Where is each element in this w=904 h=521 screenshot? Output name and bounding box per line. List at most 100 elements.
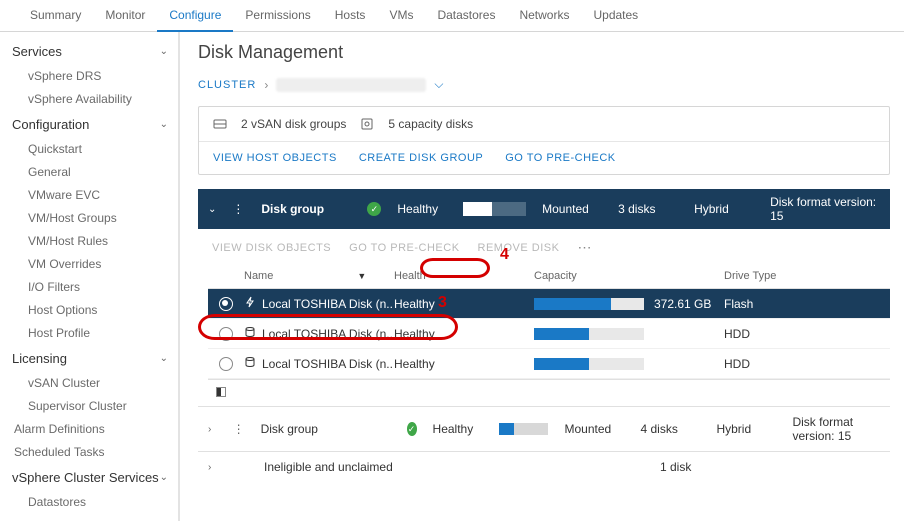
tab-networks[interactable]: Networks xyxy=(507,0,581,32)
disk-health: Healthy xyxy=(394,297,534,311)
capacity-bar xyxy=(534,358,644,370)
hybrid-text: Hybrid xyxy=(694,202,754,216)
remove-disk-action[interactable]: REMOVE DISK xyxy=(478,242,560,254)
chevron-down-icon[interactable]: ⌵ xyxy=(434,77,443,92)
column-picker-icon[interactable] xyxy=(216,387,226,397)
section-services[interactable]: Services⌄ xyxy=(0,38,178,65)
disk-name: Local TOSHIBA Disk (n... xyxy=(262,357,394,371)
content: Disk Management CLUSTER › ⌵ 2 vSAN disk … xyxy=(180,32,904,521)
chevron-down-icon: ⌄ xyxy=(160,472,168,483)
sidebar-item-scheduled-tasks[interactable]: Scheduled Tasks xyxy=(0,441,178,464)
expand-icon[interactable]: › xyxy=(208,462,220,473)
sidebar-item-i-o-filters[interactable]: I/O Filters xyxy=(0,276,178,299)
disk-health: Healthy xyxy=(394,327,534,341)
page-title: Disk Management xyxy=(198,42,890,63)
table-row[interactable]: Local TOSHIBA Disk (n...Healthy372.61 GB… xyxy=(208,289,890,319)
radio-select[interactable] xyxy=(219,297,233,311)
disk-group-label: Disk group xyxy=(261,202,351,216)
radio-select[interactable] xyxy=(219,357,233,371)
disk-groups-count: 2 vSAN disk groups xyxy=(241,117,346,131)
expand-icon[interactable]: › xyxy=(208,424,217,435)
sidebar-item-vmware-evc[interactable]: VMware EVC xyxy=(0,184,178,207)
sidebar: Services⌄vSphere DRSvSphere Availability… xyxy=(0,32,180,521)
tab-datastores[interactable]: Datastores xyxy=(425,0,507,32)
drive-type: HDD xyxy=(724,327,882,341)
breadcrumb-root[interactable]: CLUSTER xyxy=(198,79,256,91)
format-text: Disk format version: 15 xyxy=(792,415,880,443)
col-health[interactable]: Health xyxy=(394,270,534,282)
table-row[interactable]: Local TOSHIBA Disk (n...HealthyHDD xyxy=(208,319,890,349)
disk-table: Name▼ Health Capacity Drive Type Local T… xyxy=(198,264,890,406)
sidebar-item-vsan-cluster[interactable]: vSAN Cluster xyxy=(0,372,178,395)
check-circle-icon: ✓ xyxy=(367,202,381,216)
sidebar-item-host-options[interactable]: Host Options xyxy=(0,299,178,322)
sidebar-item-quickstart[interactable]: Quickstart xyxy=(0,138,178,161)
top-tabs: SummaryMonitorConfigurePermissionsHostsV… xyxy=(0,0,904,32)
table-header: Name▼ Health Capacity Drive Type xyxy=(208,264,890,289)
summary-actions: VIEW HOST OBJECTS CREATE DISK GROUP GO TO … xyxy=(199,142,889,174)
tab-updates[interactable]: Updates xyxy=(581,0,650,32)
create-disk-group-link[interactable]: CREATE DISK GROUP xyxy=(359,152,483,164)
capacity-bar xyxy=(534,328,644,340)
more-icon[interactable]: ⋯ xyxy=(577,239,592,256)
chevron-down-icon: ⌄ xyxy=(160,119,168,130)
disk-group-summary-row[interactable]: ›⋮Disk group✓HealthyMounted4 disksHybrid… xyxy=(198,406,890,451)
go-to-pre-check-link[interactable]: GO TO PRE-CHECK xyxy=(505,152,615,164)
sidebar-item-general[interactable]: General xyxy=(0,161,178,184)
capacity-bar xyxy=(499,423,549,435)
format-text: Disk format version: 15 xyxy=(770,195,880,223)
breadcrumb-current-redacted xyxy=(276,78,426,92)
sidebar-item-vm-host-groups[interactable]: VM/Host Groups xyxy=(0,207,178,230)
sort-icon: ▼ xyxy=(357,271,366,281)
sidebar-item-alarm-definitions[interactable]: Alarm Definitions xyxy=(0,418,178,441)
sidebar-item-vm-overrides[interactable]: VM Overrides xyxy=(0,253,178,276)
disk-group-summary-row[interactable]: ›Ineligible and unclaimed1 disk xyxy=(198,451,890,482)
sidebar-item-supervisor-cluster[interactable]: Supervisor Cluster xyxy=(0,395,178,418)
col-capacity[interactable]: Capacity xyxy=(534,270,724,282)
check-circle-icon: ✓ xyxy=(407,422,417,436)
capacity-disk-icon xyxy=(360,117,374,131)
sidebar-item-vsphere-availability[interactable]: vSphere Availability xyxy=(0,88,178,111)
disk-group-icon xyxy=(213,117,227,131)
tab-vms[interactable]: VMs xyxy=(377,0,425,32)
col-drive-type[interactable]: Drive Type xyxy=(724,270,882,282)
section-configuration[interactable]: Configuration⌄ xyxy=(0,111,178,138)
section-vsphere-cluster-services[interactable]: vSphere Cluster Services⌄ xyxy=(0,464,178,491)
disk-name: Local TOSHIBA Disk (n... xyxy=(262,297,394,311)
main-layout: Services⌄vSphere DRSvSphere Availability… xyxy=(0,32,904,521)
flash-icon xyxy=(244,296,256,311)
disk-group-actions: VIEW DISK OBJECTS GO TO PRE-CHECK REMOVE D… xyxy=(198,229,890,264)
more-actions-icon[interactable]: ⋮ xyxy=(232,202,245,216)
tab-summary[interactable]: Summary xyxy=(18,0,93,32)
collapse-icon[interactable]: ⌄ xyxy=(208,204,216,215)
view-disk-objects-action[interactable]: VIEW DISK OBJECTS xyxy=(212,242,331,254)
health-text: Healthy xyxy=(433,422,483,436)
radio-select[interactable] xyxy=(219,327,233,341)
mounted-text: Mounted xyxy=(564,422,624,436)
col-name[interactable]: Name▼ xyxy=(244,270,394,282)
view-host-objects-link[interactable]: VIEW HOST OBJECTS xyxy=(213,152,337,164)
drive-type: HDD xyxy=(724,357,882,371)
tab-permissions[interactable]: Permissions xyxy=(233,0,322,32)
hdd-icon xyxy=(244,326,256,341)
breadcrumb: CLUSTER › ⌵ xyxy=(198,77,890,92)
drive-type: Flash xyxy=(724,297,882,311)
section-licensing[interactable]: Licensing⌄ xyxy=(0,345,178,372)
disks-count: 4 disks xyxy=(640,422,700,436)
go-to-pre-check-action[interactable]: GO TO PRE-CHECK xyxy=(349,242,459,254)
sidebar-item-vsphere-drs[interactable]: vSphere DRS xyxy=(0,65,178,88)
section-vsan[interactable]: vSAN⌄ xyxy=(0,514,178,521)
summary-card: 2 vSAN disk groups 5 capacity disks VIEW… xyxy=(198,106,890,175)
disks-count: 1 disk xyxy=(660,460,720,474)
row-label: Disk group xyxy=(261,422,391,436)
table-row[interactable]: Local TOSHIBA Disk (n...HealthyHDD xyxy=(208,349,890,379)
table-footer xyxy=(208,379,890,406)
sidebar-item-datastores[interactable]: Datastores xyxy=(0,491,178,514)
capacity-disks-count: 5 capacity disks xyxy=(388,117,473,131)
sidebar-item-host-profile[interactable]: Host Profile xyxy=(0,322,178,345)
tab-monitor[interactable]: Monitor xyxy=(93,0,157,32)
tab-configure[interactable]: Configure xyxy=(157,0,233,32)
tab-hosts[interactable]: Hosts xyxy=(323,0,378,32)
sidebar-item-vm-host-rules[interactable]: VM/Host Rules xyxy=(0,230,178,253)
more-actions-icon[interactable]: ⋮ xyxy=(233,422,245,436)
